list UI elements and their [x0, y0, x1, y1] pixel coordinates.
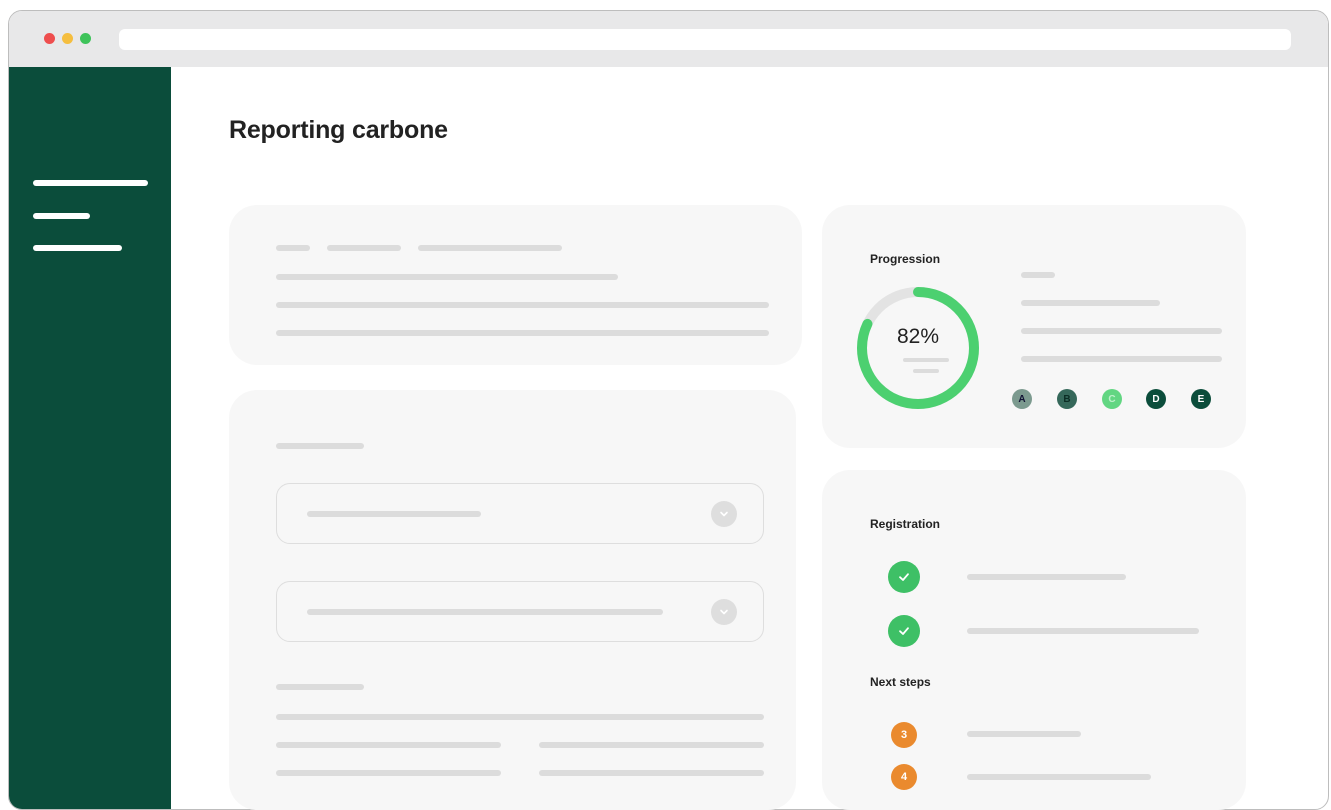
form-card: [229, 390, 796, 810]
progression-card: Progression 82% A B C D E: [822, 205, 1246, 448]
summary-card: [229, 205, 802, 365]
placeholder-line: [276, 302, 769, 308]
address-bar[interactable]: [119, 29, 1291, 50]
placeholder-line: [1021, 272, 1055, 278]
placeholder-line: [276, 714, 764, 720]
placeholder-line: [1021, 356, 1222, 362]
sidebar: [9, 67, 171, 809]
chevron-down-icon: [711, 599, 737, 625]
title-bar: [9, 11, 1328, 67]
placeholder-line: [967, 574, 1126, 580]
placeholder-line: [276, 684, 364, 690]
menu-line: [33, 180, 148, 186]
registration-label: Registration: [870, 517, 941, 531]
page-title: Reporting carbone: [229, 116, 448, 144]
placeholder-line: [913, 369, 939, 373]
placeholder-line: [276, 330, 769, 336]
close-window-button[interactable]: [44, 33, 55, 44]
placeholder-line: [276, 274, 618, 280]
grade-d-badge[interactable]: D: [1146, 389, 1166, 409]
placeholder-line: [1021, 300, 1160, 306]
maximize-window-button[interactable]: [80, 33, 91, 44]
placeholder-line: [418, 245, 562, 251]
placeholder-line: [276, 245, 310, 251]
chevron-down-icon: [711, 501, 737, 527]
select-dropdown[interactable]: [276, 483, 764, 544]
grade-e-badge[interactable]: E: [1191, 389, 1211, 409]
placeholder-line: [967, 774, 1151, 780]
grade-a-badge[interactable]: A: [1012, 389, 1032, 409]
step-number-badge: 4: [891, 764, 917, 790]
grade-c-badge[interactable]: C: [1102, 389, 1122, 409]
placeholder-line: [967, 731, 1081, 737]
step-number-badge: 3: [891, 722, 917, 748]
select-dropdown[interactable]: [276, 581, 764, 642]
placeholder-line: [539, 770, 764, 776]
placeholder-line: [276, 770, 501, 776]
minimize-window-button[interactable]: [62, 33, 73, 44]
progress-percent: 82%: [896, 325, 940, 348]
placeholder-line: [327, 245, 401, 251]
placeholder-line: [1021, 328, 1222, 334]
menu-line: [33, 245, 122, 251]
placeholder-line: [539, 742, 764, 748]
progression-label: Progression: [870, 252, 941, 266]
placeholder-line: [307, 609, 663, 615]
placeholder-line: [276, 443, 364, 449]
grade-b-badge[interactable]: B: [1057, 389, 1077, 409]
next-steps-label: Next steps: [870, 675, 931, 689]
placeholder-line: [903, 358, 949, 362]
check-icon: [888, 561, 920, 593]
placeholder-line: [967, 628, 1199, 634]
check-icon: [888, 615, 920, 647]
menu-line: [33, 213, 90, 219]
placeholder-line: [276, 742, 501, 748]
placeholder-line: [307, 511, 481, 517]
registration-card: Registration Next steps 3 4: [822, 470, 1246, 810]
